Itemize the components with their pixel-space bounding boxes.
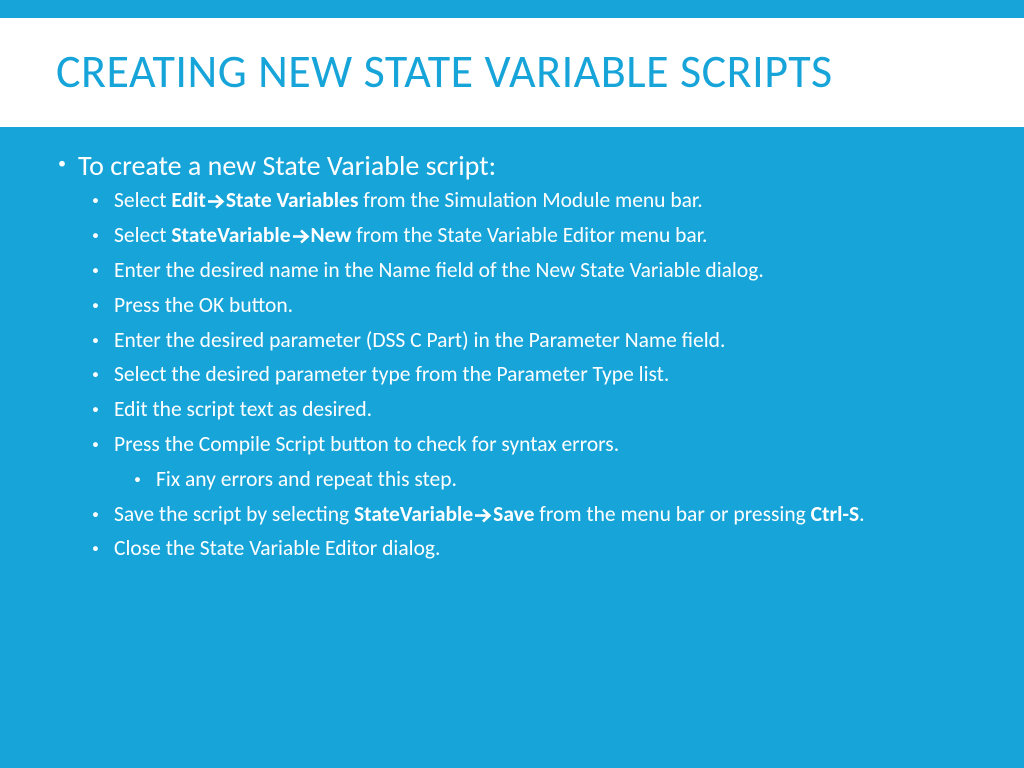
step-item: Edit the script text as desired. (114, 397, 968, 423)
intro-text: To create a new State Variable script: (78, 149, 968, 183)
steps-list: Select EditState Variables from the Simu… (78, 188, 968, 562)
step-item: Close the State Variable Editor dialog. (114, 536, 968, 562)
arrow-right-icon (474, 502, 492, 528)
substep-item: Fix any errors and repeat this step. (156, 467, 968, 493)
step-item: Save the script by selecting StateVariab… (114, 502, 968, 528)
step-item: Press the Compile Script button to check… (114, 432, 968, 458)
slide-title: CREATING NEW STATE VARIABLE SCRIPTS (56, 46, 968, 99)
arrow-right-icon (207, 188, 225, 214)
step-item: Enter the desired name in the Name field… (114, 258, 968, 284)
step-item: Press the OK button. (114, 293, 968, 319)
title-area: CREATING NEW STATE VARIABLE SCRIPTS (0, 18, 1024, 127)
step-item: Select the desired parameter type from t… (114, 362, 968, 388)
step-item: Enter the desired parameter (DSS C Part)… (114, 328, 968, 354)
step-item: Select EditState Variables from the Simu… (114, 188, 968, 214)
top-accent-band (0, 0, 1024, 18)
step-item: Select StateVariableNew from the State V… (114, 223, 968, 249)
content-area: To create a new State Variable script: S… (0, 127, 1024, 562)
arrow-right-icon (292, 223, 310, 249)
